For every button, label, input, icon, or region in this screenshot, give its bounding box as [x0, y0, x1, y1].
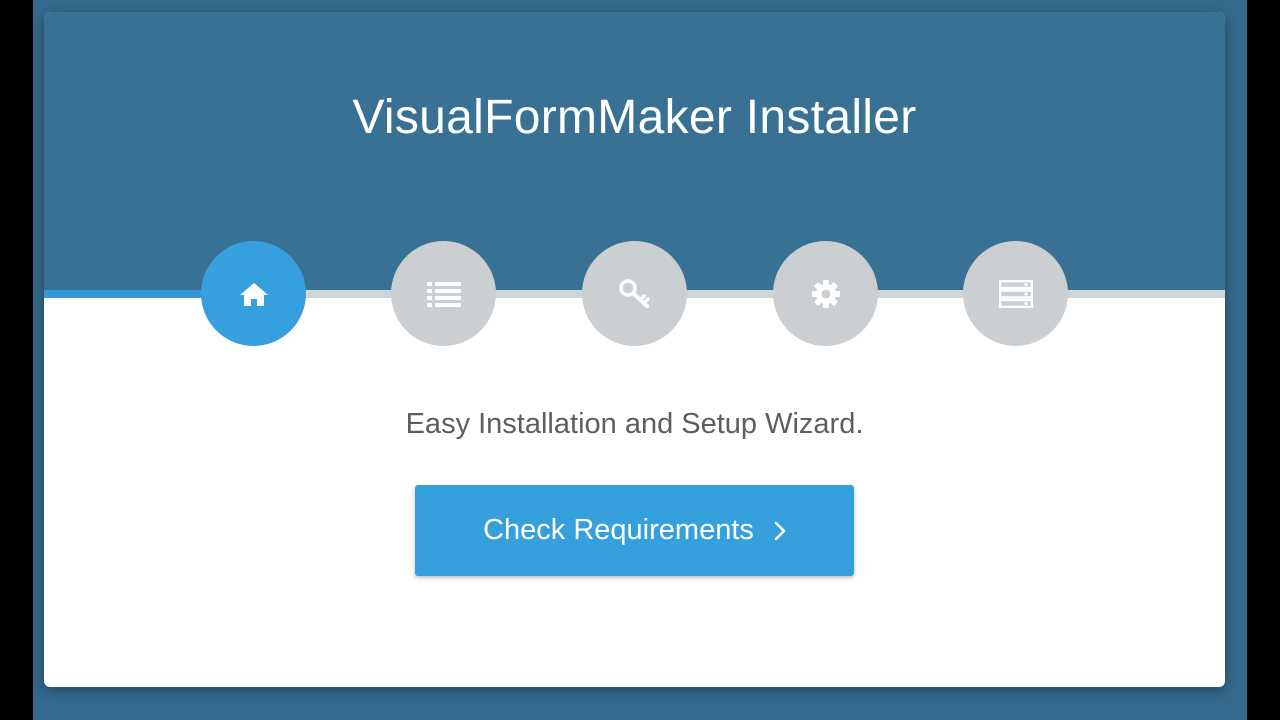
key-icon — [618, 278, 650, 308]
step-home[interactable] — [201, 241, 306, 346]
installer-viewport: VisualFormMaker Installer Easy Installat… — [33, 0, 1247, 720]
step-license[interactable] — [582, 241, 687, 346]
check-requirements-button[interactable]: Check Requirements — [415, 485, 854, 576]
step-database[interactable] — [963, 241, 1068, 346]
gear-icon — [811, 279, 840, 308]
installer-subtitle: Easy Installation and Setup Wizard. — [405, 408, 864, 440]
installer-card: VisualFormMaker Installer Easy Installat… — [44, 12, 1225, 687]
server-icon — [998, 279, 1033, 308]
home-icon — [239, 282, 268, 306]
list-icon — [426, 281, 461, 307]
chevron-right-icon — [774, 521, 786, 540]
page-title: VisualFormMaker Installer — [352, 91, 917, 144]
check-requirements-label: Check Requirements — [483, 514, 754, 546]
step-configuration[interactable] — [773, 241, 878, 346]
step-requirements[interactable] — [391, 241, 496, 346]
